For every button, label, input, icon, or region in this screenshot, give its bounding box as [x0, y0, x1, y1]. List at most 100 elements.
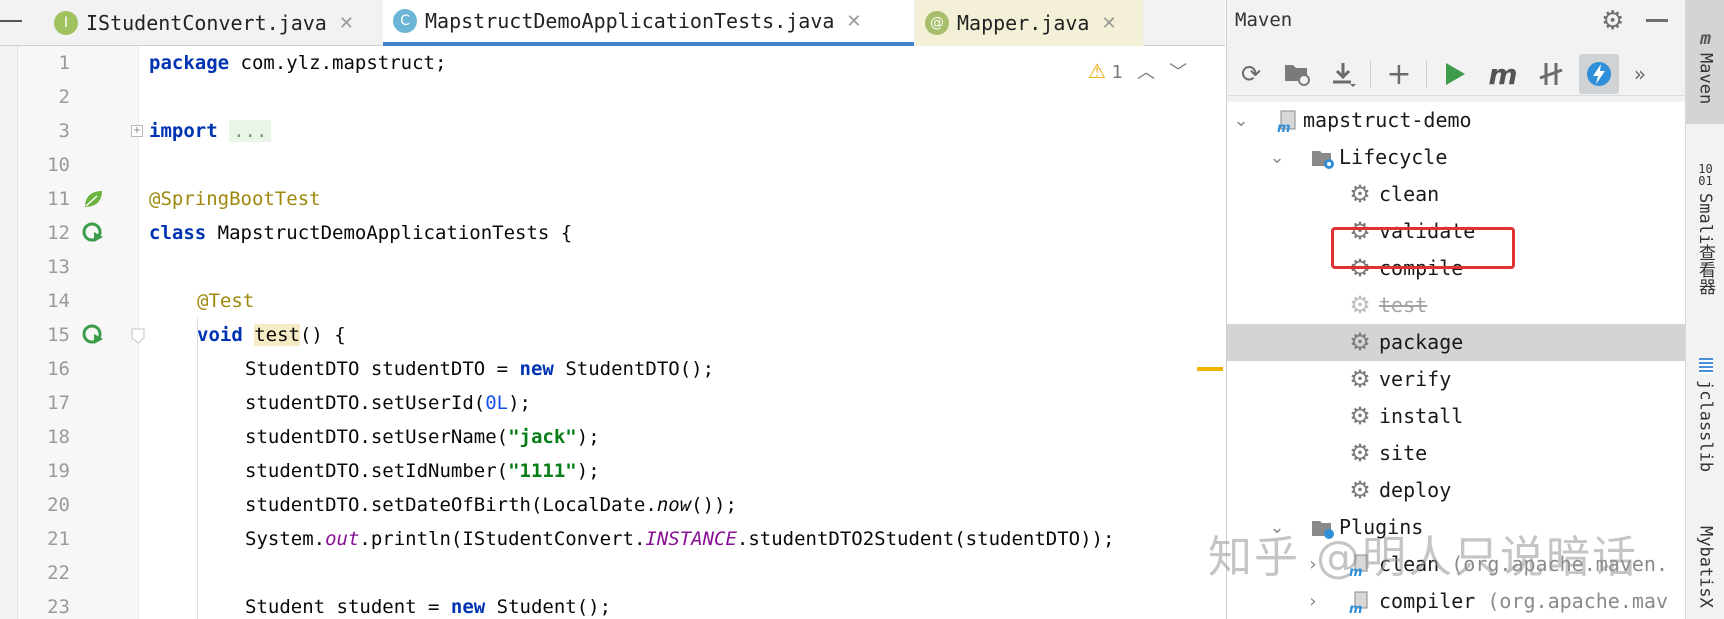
phase-label: site [1379, 441, 1428, 465]
gear-icon: ⚙ [1349, 365, 1371, 393]
code-editor[interactable]: ⚠ 1 ︿ ﹀ 1 package com.ylz.mapstruct; 2 3… [0, 46, 1225, 619]
interface-icon: I [54, 11, 78, 35]
svg-text:m: m [1349, 602, 1363, 614]
add-icon[interactable]: + [1379, 54, 1419, 94]
tree-node-project[interactable]: ⌄ m mapstruct-demo [1227, 102, 1686, 139]
code-line: 15 void test() { [0, 318, 1225, 352]
code-text: StudentDTO studentDTO = new StudentDTO()… [245, 358, 715, 380]
code-line: 23 Student student = new Student(); [0, 590, 1225, 619]
download-icon[interactable] [1323, 54, 1363, 94]
line-number: 1 [58, 52, 70, 74]
phase-label: clean [1379, 182, 1440, 206]
run-test-icon[interactable] [82, 324, 104, 346]
line-number: 15 [47, 324, 70, 346]
code-text: @SpringBootTest [149, 188, 321, 210]
gear-icon: ⚙ [1349, 291, 1371, 319]
gear-icon[interactable]: ⚙ [1601, 6, 1624, 36]
side-tab-label: MybatisX [1695, 526, 1716, 608]
fold-collapse-icon[interactable] [131, 328, 145, 344]
line-number: 21 [47, 528, 70, 550]
code-text: System.out.println(IStudentConvert.INSTA… [245, 528, 1115, 550]
phase-label: deploy [1379, 478, 1452, 502]
minimize-icon[interactable] [1646, 19, 1668, 22]
phase-label: install [1379, 404, 1464, 428]
code-line: 19 studentDTO.setIdNumber("1111"); [0, 454, 1225, 488]
code-line: 22 [0, 556, 1225, 590]
chevron-right-icon[interactable]: › [1303, 583, 1323, 619]
line-number: 14 [47, 290, 70, 312]
skip-tests-icon[interactable] [1579, 54, 1619, 94]
close-icon[interactable]: ✕ [846, 11, 861, 32]
side-tab-jclasslib[interactable]: jclasslib [1686, 340, 1724, 490]
toggle-offline-icon[interactable] [1531, 54, 1571, 94]
reload-icon[interactable]: ⟳ [1231, 54, 1271, 94]
side-tab-smali[interactable]: 10 01 Smali查看器 [1686, 144, 1724, 314]
run-icon[interactable] [1435, 54, 1475, 94]
tab-istudentconvert[interactable]: I IStudentConvert.java ✕ [44, 0, 382, 46]
plugin-icon: m [1349, 591, 1368, 614]
maven-toolbar: ⟳ + m » [1227, 50, 1686, 96]
gear-icon: ⚙ [1349, 402, 1371, 430]
code-line: 12 class MapstructDemoApplicationTests { [0, 216, 1225, 250]
spring-leaf-icon[interactable] [82, 188, 104, 210]
line-number: 22 [47, 562, 70, 584]
maven-icon: m [1700, 27, 1711, 49]
line-number: 17 [47, 392, 70, 414]
lifecycle-phase-verify[interactable]: ⚙ verify [1227, 361, 1686, 398]
code-text: studentDTO.setDateOfBirth(LocalDate.now(… [245, 494, 737, 516]
code-line: 3 + import ... [0, 114, 1225, 148]
jclasslib-icon [1698, 357, 1713, 374]
line-number: 13 [47, 256, 70, 278]
lifecycle-phase-test[interactable]: ⚙ test [1227, 287, 1686, 324]
folded-imports[interactable]: ... [229, 120, 272, 142]
execute-goal-icon[interactable]: m [1483, 54, 1523, 94]
lifecycle-phase-clean[interactable]: ⚙ clean [1227, 176, 1686, 213]
lifecycle-phase-install[interactable]: ⚙ install [1227, 398, 1686, 435]
close-icon[interactable]: ✕ [1101, 13, 1116, 34]
code-line: 10 [0, 148, 1225, 182]
tab-mapstructdemoapplicationtests[interactable]: C MapstructDemoApplicationTests.java ✕ [383, 0, 914, 46]
more-icon[interactable]: » [1627, 54, 1653, 94]
chevron-down-icon[interactable]: ⌄ [1231, 102, 1251, 139]
tree-node-plugin[interactable]: › m compiler (org.apache.mav [1227, 583, 1686, 619]
code-line: 16 StudentDTO studentDTO = new StudentDT… [0, 352, 1225, 386]
line-number: 10 [47, 154, 70, 176]
watermark: 知乎 @明人只说暗话 [1208, 532, 1638, 583]
lifecycle-phase-deploy[interactable]: ⚙ deploy [1227, 472, 1686, 509]
code-line: 21 System.out.println(IStudentConvert.IN… [0, 522, 1225, 556]
editor-tab-bar: I IStudentConvert.java ✕ C MapstructDemo… [0, 0, 1225, 46]
side-tab-label: Maven [1695, 52, 1716, 105]
line-number: 20 [47, 494, 70, 516]
side-tab-mybatisx[interactable]: MybatisX [1686, 526, 1724, 619]
code-line: 17 studentDTO.setUserId(0L); [0, 386, 1225, 420]
folder-reload-icon[interactable] [1277, 54, 1317, 94]
lifecycle-phase-package[interactable]: ⚙ package [1227, 324, 1686, 361]
smali-icon: 10 01 [1698, 161, 1713, 188]
class-icon: C [393, 9, 417, 33]
lifecycle-folder-icon [1312, 151, 1334, 169]
gear-icon: ⚙ [1349, 180, 1371, 208]
code-text: studentDTO.setUserName("jack"); [245, 426, 600, 448]
line-number: 16 [47, 358, 70, 380]
close-icon[interactable]: ✕ [339, 13, 354, 34]
run-test-icon[interactable] [82, 222, 104, 244]
code-line: 1 package com.ylz.mapstruct; [0, 46, 1225, 80]
hide-panel-button[interactable] [0, 0, 28, 46]
line-number: 3 [58, 120, 70, 142]
annotation-icon: @ [925, 11, 949, 35]
side-tab-maven[interactable]: m Maven [1686, 0, 1724, 124]
line-number: 19 [47, 460, 70, 482]
tree-node-lifecycle[interactable]: ⌄ Lifecycle [1227, 139, 1686, 176]
tab-mapper[interactable]: @ Mapper.java ✕ [915, 0, 1143, 46]
compile-highlight-box [1331, 227, 1515, 269]
code-line: 13 [0, 250, 1225, 284]
fold-expand-icon[interactable]: + [131, 125, 143, 137]
chevron-down-icon[interactable]: ⌄ [1267, 139, 1287, 176]
gear-icon: ⚙ [1349, 476, 1371, 504]
tree-node-label: Lifecycle [1339, 145, 1448, 169]
code-text: studentDTO.setIdNumber("1111"); [245, 460, 600, 482]
side-tab-label: Smali查看器 [1695, 192, 1715, 296]
lifecycle-phase-site[interactable]: ⚙ site [1227, 435, 1686, 472]
maven-header: Maven ⚙ [1227, 0, 1686, 42]
tool-window-strip: m Maven 10 01 Smali查看器 jclasslib MybatisX [1685, 0, 1724, 619]
